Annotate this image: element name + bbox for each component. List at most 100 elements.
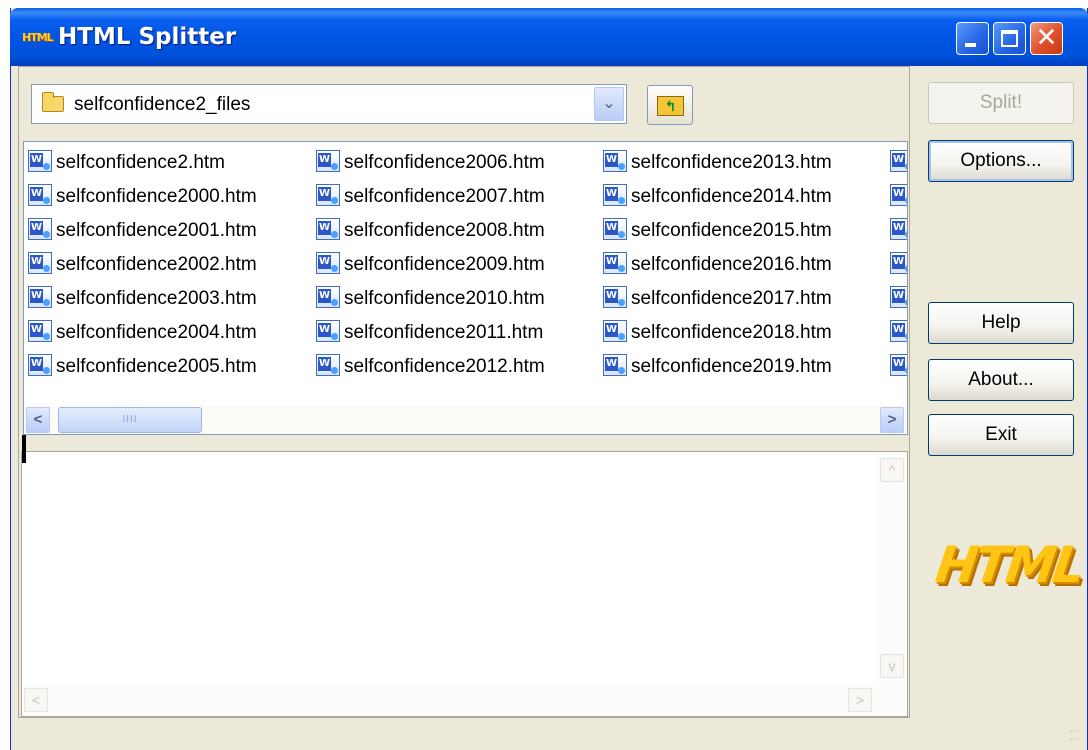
- file-item[interactable]: selfconfidence2017.htm: [603, 282, 832, 316]
- main-panel: selfconfidence2_files ⌄ ↰ selfconfidence…: [18, 66, 910, 718]
- up-folder-icon: ↰: [657, 96, 684, 116]
- scroll-left-button[interactable]: <: [24, 688, 48, 712]
- folder-name: selfconfidence2_files: [74, 94, 251, 115]
- client-area: selfconfidence2_files ⌄ ↰ selfconfidence…: [18, 66, 1086, 746]
- file-name: selfconfidence2003.htm: [56, 288, 257, 309]
- scroll-right-button[interactable]: >: [848, 688, 872, 712]
- minimize-button[interactable]: [956, 22, 989, 55]
- word-document-icon: [316, 353, 340, 376]
- file-item[interactable]: selfconfidence2018.htm: [603, 316, 832, 350]
- file-name: selfconfidence2004.htm: [56, 322, 257, 343]
- file-item[interactable]: selfconfidence2003.htm: [28, 282, 257, 316]
- options-button[interactable]: Options...: [928, 140, 1074, 182]
- up-folder-button[interactable]: ↰: [647, 85, 693, 125]
- file-item[interactable]: selfconfidence2000.htm: [28, 180, 257, 214]
- exit-button[interactable]: Exit: [928, 414, 1074, 456]
- file-icon-partial: [890, 214, 907, 248]
- word-document-icon: [603, 217, 627, 240]
- word-document-icon: [316, 217, 340, 240]
- file-item[interactable]: selfconfidence2002.htm: [28, 248, 257, 282]
- file-item[interactable]: selfconfidence2019.htm: [603, 350, 832, 384]
- file-name: selfconfidence2006.htm: [344, 152, 545, 173]
- scroll-thumb[interactable]: IIII: [58, 407, 202, 433]
- divider: [22, 435, 26, 463]
- file-name: selfconfidence2010.htm: [344, 288, 545, 309]
- scroll-down-button[interactable]: v: [880, 654, 904, 678]
- file-item[interactable]: selfconfidence2014.htm: [603, 180, 832, 214]
- file-name: selfconfidence2016.htm: [631, 254, 832, 275]
- window-title: HTML Splitter: [58, 24, 237, 50]
- chevron-down-icon[interactable]: ⌄: [594, 87, 624, 121]
- maximize-icon: [1001, 30, 1018, 47]
- file-icon-partial: [890, 248, 907, 282]
- file-item[interactable]: selfconfidence2011.htm: [316, 316, 545, 350]
- file-name: selfconfidence2.htm: [56, 152, 225, 173]
- word-document-icon: [28, 319, 52, 342]
- resize-grip[interactable]: ⋯ ⋯: [1064, 727, 1080, 745]
- html-logo: HTML: [932, 536, 1086, 594]
- word-document-icon: [890, 183, 907, 206]
- scroll-left-button[interactable]: <: [26, 407, 50, 433]
- file-column: selfconfidence2013.htm selfconfidence2014…: [603, 146, 832, 384]
- output-text-area[interactable]: ^ v < >: [21, 451, 908, 717]
- file-item[interactable]: selfconfidence2008.htm: [316, 214, 545, 248]
- maximize-button[interactable]: [993, 22, 1026, 55]
- word-document-icon: [28, 353, 52, 376]
- folder-dropdown[interactable]: selfconfidence2_files ⌄: [31, 84, 627, 124]
- close-icon: ✕: [1035, 23, 1058, 53]
- word-document-icon: [890, 149, 907, 172]
- file-item[interactable]: selfconfidence2016.htm: [603, 248, 832, 282]
- file-item[interactable]: selfconfidence2001.htm: [28, 214, 257, 248]
- file-item[interactable]: selfconfidence2005.htm: [28, 350, 257, 384]
- file-column: selfconfidence2006.htm selfconfidence2007…: [316, 146, 545, 384]
- file-item[interactable]: selfconfidence2.htm: [28, 146, 257, 180]
- output-hscrollbar[interactable]: < >: [22, 684, 907, 716]
- file-name: selfconfidence2008.htm: [344, 220, 545, 241]
- file-icon-partial: [890, 282, 907, 316]
- file-item[interactable]: selfconfidence2007.htm: [316, 180, 545, 214]
- help-button[interactable]: Help: [928, 302, 1074, 344]
- word-document-icon: [603, 183, 627, 206]
- word-document-icon: [316, 149, 340, 172]
- output-vscrollbar[interactable]: ^ v: [877, 452, 907, 684]
- file-list-hscrollbar[interactable]: < IIII >: [24, 406, 907, 434]
- word-document-icon: [28, 217, 52, 240]
- file-item[interactable]: selfconfidence2004.htm: [28, 316, 257, 350]
- folder-icon: [42, 92, 64, 112]
- word-document-icon: [890, 319, 907, 342]
- file-list[interactable]: selfconfidence2.htm selfconfidence2000.ht…: [23, 141, 908, 435]
- file-item[interactable]: selfconfidence2012.htm: [316, 350, 545, 384]
- app-window: HTML HTML Splitter ✕ selfconfidence2_fil…: [10, 8, 1088, 750]
- word-document-icon: [316, 319, 340, 342]
- file-item[interactable]: selfconfidence2006.htm: [316, 146, 545, 180]
- file-name: selfconfidence2017.htm: [631, 288, 832, 309]
- word-document-icon: [603, 285, 627, 308]
- file-icon-partial: [890, 316, 907, 350]
- file-name: selfconfidence2019.htm: [631, 356, 832, 377]
- file-item[interactable]: selfconfidence2010.htm: [316, 282, 545, 316]
- file-item[interactable]: selfconfidence2013.htm: [603, 146, 832, 180]
- file-name: selfconfidence2011.htm: [344, 322, 544, 343]
- word-document-icon: [890, 285, 907, 308]
- word-document-icon: [316, 285, 340, 308]
- file-name: selfconfidence2012.htm: [344, 356, 545, 377]
- word-document-icon: [603, 149, 627, 172]
- word-document-icon: [316, 183, 340, 206]
- word-document-icon: [316, 251, 340, 274]
- scroll-right-button[interactable]: >: [880, 407, 904, 433]
- split-button[interactable]: Split!: [928, 82, 1074, 124]
- file-name: selfconfidence2015.htm: [631, 220, 832, 241]
- file-item[interactable]: selfconfidence2009.htm: [316, 248, 545, 282]
- title-bar[interactable]: HTML HTML Splitter ✕: [10, 8, 1088, 66]
- scroll-up-button[interactable]: ^: [880, 458, 904, 482]
- file-icon-partial: [890, 180, 907, 214]
- file-icon-partial: [890, 146, 907, 180]
- file-name: selfconfidence2014.htm: [631, 186, 832, 207]
- file-name: selfconfidence2009.htm: [344, 254, 545, 275]
- about-button[interactable]: About...: [928, 359, 1074, 401]
- file-item[interactable]: selfconfidence2015.htm: [603, 214, 832, 248]
- file-name: selfconfidence2005.htm: [56, 356, 257, 377]
- word-document-icon: [890, 217, 907, 240]
- close-button[interactable]: ✕: [1030, 22, 1063, 55]
- file-name: selfconfidence2007.htm: [344, 186, 545, 207]
